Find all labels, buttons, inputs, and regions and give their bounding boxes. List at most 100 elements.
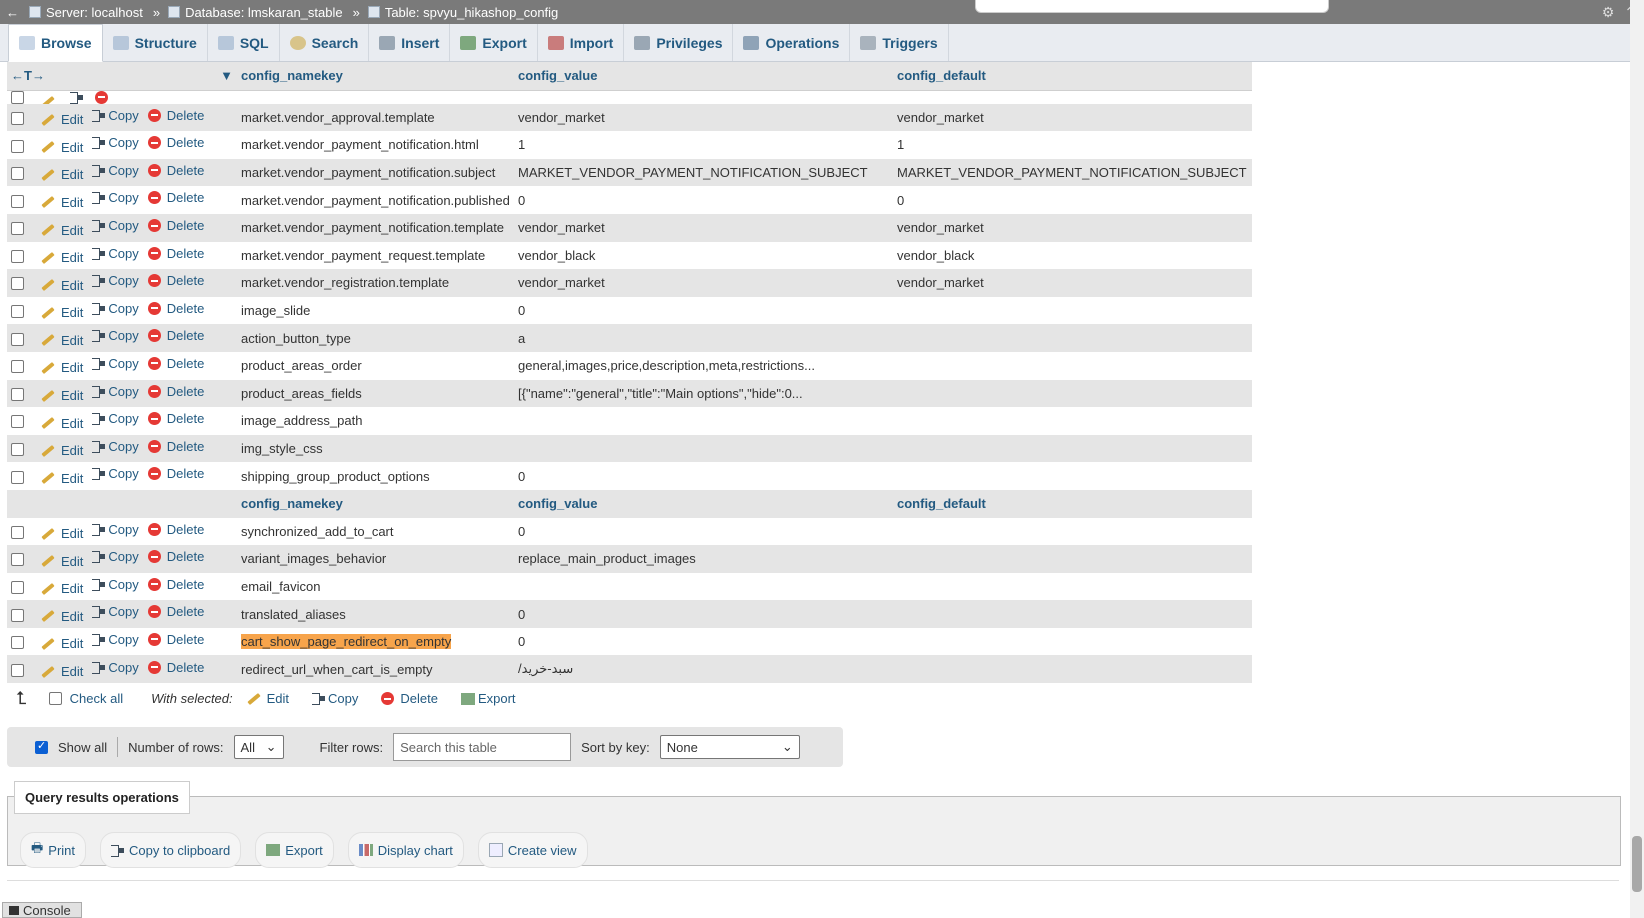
cell-value[interactable]: 0 [514,627,893,656]
check-all-checkbox[interactable] [48,692,62,705]
edit-button[interactable]: Edit [41,416,83,431]
delete-button[interactable]: Delete [147,439,204,454]
edit-button[interactable]: Edit [41,360,83,375]
sort-dropdown-icon[interactable]: ▼ [220,68,233,83]
bulk-export-button[interactable]: Export [460,691,516,706]
cell-namekey[interactable]: market.vendor_payment_notification.html [237,131,514,159]
cell-value[interactable]: 0 [514,462,893,490]
delete-button[interactable]: Delete [147,163,204,178]
row-checkbox[interactable] [11,222,24,236]
cell-value[interactable]: 0 [514,600,893,628]
column-header-value[interactable]: config_value [514,62,893,91]
copy-button[interactable]: Copy [92,577,139,592]
show-all-label[interactable]: Show all [58,740,107,755]
edit-button[interactable]: Edit [41,305,83,320]
cell-default[interactable] [893,434,1252,463]
copy-button[interactable]: Copy [92,660,139,675]
delete-button[interactable]: Delete [95,90,114,104]
cell-value[interactable] [514,434,893,463]
cell-default[interactable] [893,627,1252,656]
edit-button[interactable]: Edit [41,250,83,265]
column-arrows-icon[interactable]: ←T→ [11,68,45,83]
edit-button[interactable]: Edit [41,95,61,104]
edit-button[interactable]: Edit [41,554,83,569]
tab-triggers[interactable]: Triggers [850,24,949,61]
copy-button[interactable]: Copy [92,522,139,537]
cell-default[interactable]: MARKET_VENDOR_PAYMENT_NOTIFICATION_SUBJE… [893,158,1252,187]
row-checkbox[interactable] [11,525,24,539]
tab-operations[interactable]: Operations [733,24,851,61]
row-checkbox[interactable] [11,387,24,401]
cell-value[interactable]: replace_main_product_images [514,545,893,573]
breadcrumb-table[interactable]: Table: spvyu_hikashop_config [367,5,558,20]
create-view-button[interactable]: Create view [477,832,588,868]
print-button[interactable]: 🖶 Print [20,832,87,868]
copy-button[interactable]: Copy [92,218,139,233]
tab-export[interactable]: Export [450,24,538,61]
edit-button[interactable]: Edit [41,526,83,541]
console-toggle[interactable]: Console [2,902,82,918]
copy-button[interactable]: Copy [92,246,139,261]
copy-button[interactable]: Copy [92,466,139,481]
cell-default[interactable]: vendor_market [893,269,1252,297]
copy-button[interactable]: Copy [92,301,139,316]
row-checkbox[interactable] [11,305,24,319]
cell-namekey[interactable]: market.vendor_payment_notification.templ… [237,213,514,242]
breadcrumb-server[interactable]: Server: localhost [29,5,143,20]
edit-button[interactable]: Edit [41,609,83,624]
cell-namekey[interactable]: shipping_group_product_options [237,462,514,490]
copy-button[interactable]: Copy [92,356,139,371]
edit-button[interactable]: Edit [41,471,83,486]
edit-button[interactable]: Edit [41,388,83,403]
cell-namekey[interactable]: product_areas_fields [237,379,514,408]
cell-namekey[interactable]: image_address_path [237,407,514,435]
delete-button[interactable]: Delete [147,301,204,316]
edit-button[interactable]: Edit [41,167,83,182]
edit-button[interactable]: Edit [41,443,83,458]
row-checkbox[interactable] [11,636,24,650]
row-checkbox[interactable] [11,360,24,374]
column-resize-header[interactable]: ←T→ ▼ [7,62,237,91]
export-button[interactable]: Export [255,832,334,868]
tab-import[interactable]: Import [538,24,625,61]
cell-value[interactable] [514,407,893,435]
cell-value[interactable]: 0 [514,296,893,325]
settings-gear-icon[interactable]: ⚙ [1602,4,1615,21]
cell-value[interactable]: vendor_market [514,269,893,297]
cell-value[interactable]: [{"name":"general","title":"Main options… [514,379,893,408]
edit-button[interactable]: Edit [41,636,83,651]
display-chart-button[interactable]: Display chart [347,832,464,868]
delete-button[interactable]: Delete [147,522,204,537]
cell-namekey[interactable]: image_slide [237,296,514,325]
cell-namekey[interactable]: translated_aliases [237,600,514,628]
delete-button[interactable]: Delete [147,577,204,592]
bulk-copy-button[interactable]: Copy [312,691,358,706]
cell-default[interactable] [893,324,1252,352]
cell-default[interactable] [893,655,1252,684]
cell-namekey[interactable]: email_favicon [237,572,514,601]
back-arrow-icon[interactable]: ← [6,5,19,20]
copy-button[interactable]: Copy [92,190,139,205]
delete-button[interactable]: Delete [147,273,204,288]
cell-default[interactable]: 1 [893,131,1252,159]
cell-value[interactable]: 0 [514,90,893,104]
delete-button[interactable]: Delete [147,549,204,564]
row-checkbox[interactable] [11,608,24,622]
delete-button[interactable]: Delete [147,190,204,205]
row-checkbox[interactable] [11,167,24,181]
cell-namekey[interactable]: redirect_url_when_cart_is_empty [237,655,514,684]
delete-button[interactable]: Delete [147,384,204,399]
cell-default[interactable] [893,296,1252,325]
breadcrumb-database[interactable]: Database: lmskaran_stable [168,5,343,20]
vertical-scrollbar[interactable] [1630,0,1644,918]
cell-namekey[interactable]: synchronized_add_to_cart [237,517,514,546]
column-header-namekey[interactable]: config_namekey [237,489,514,518]
tab-insert[interactable]: Insert [369,24,451,61]
cell-value[interactable] [514,572,893,601]
cell-default[interactable]: vendor_market [893,213,1252,242]
bulk-edit-button[interactable]: Edit [246,691,289,706]
cell-namekey[interactable]: market.vendor_payment_notification.publi… [237,186,514,214]
row-checkbox[interactable] [11,249,24,263]
cell-value[interactable]: a [514,324,893,352]
copy-button[interactable]: Copy [92,384,139,399]
